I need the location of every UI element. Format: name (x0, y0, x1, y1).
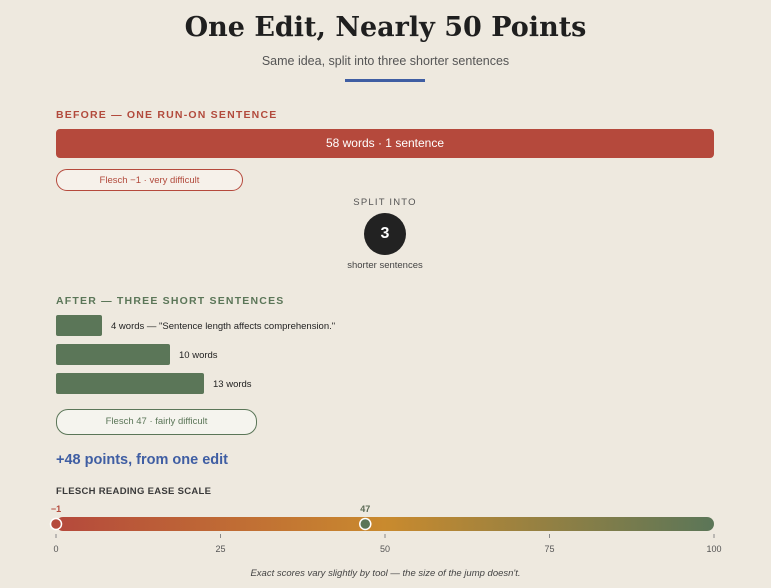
after-score-pill: Flesch 47 · fairly difficult (56, 409, 257, 435)
before-sentence-bar: 58 words · 1 sentence (56, 129, 714, 158)
before-score-marker (49, 517, 63, 531)
split-caption: shorter sentences (347, 260, 423, 271)
sentence-bar-1 (56, 315, 102, 336)
after-section-label: AFTER — THREE SHORT SENTENCES (56, 295, 285, 307)
scale-tick-label-75: 75 (544, 544, 554, 554)
flesch-scale: 0 25 50 75 100 −1 47 (49, 504, 722, 554)
sentence-bar-2 (56, 344, 170, 365)
before-score-label: −1 (51, 504, 61, 514)
before-score-pill: Flesch −1 · very difficult (56, 169, 243, 191)
points-gain: +48 points, from one edit (56, 452, 229, 468)
sentence-label-2: 10 words (179, 350, 218, 361)
split-label: SPLIT INTO (353, 197, 417, 208)
scale-tick-label-50: 50 (380, 544, 390, 554)
title-underline (345, 79, 425, 82)
page-subtitle: Same idea, split into three shorter sent… (261, 54, 510, 68)
scale-title: FLESCH READING EASE SCALE (56, 486, 212, 497)
page-title: One Edit, Nearly 50 Points (184, 12, 587, 43)
sentence-label-1: 4 words — "Sentence length affects compr… (111, 321, 336, 332)
footnote: Exact scores vary slightly by tool — the… (250, 568, 521, 579)
sentence-bar-3 (56, 373, 204, 394)
split-count-circle: 3 (364, 213, 406, 255)
scale-tick-label-0: 0 (53, 544, 58, 554)
after-score-marker (359, 517, 372, 531)
after-score-label: 47 (360, 504, 370, 514)
sentence-label-3: 13 words (213, 379, 252, 390)
scale-track (56, 517, 714, 531)
scale-tick-label-100: 100 (706, 544, 721, 554)
scale-tick-label-25: 25 (215, 544, 225, 554)
before-section-label: BEFORE — ONE RUN-ON SENTENCE (56, 109, 278, 121)
